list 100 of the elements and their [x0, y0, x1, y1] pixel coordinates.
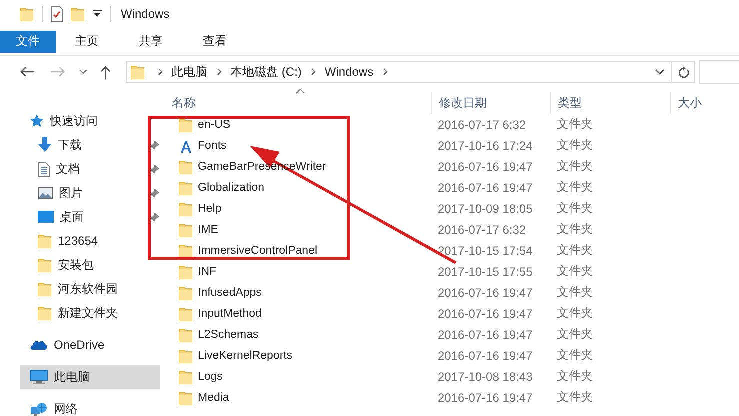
sidebar-item[interactable]: 快速访问: [0, 109, 165, 133]
address-bar[interactable]: 此电脑 本地磁盘 (C:) Windows: [126, 61, 696, 83]
pin-icon[interactable]: [150, 212, 159, 222]
breadcrumb[interactable]: 本地磁盘 (C:): [230, 64, 302, 80]
search-field[interactable]: [699, 60, 739, 84]
type-cell: 文件夹: [557, 284, 593, 301]
sidebar-label: 河东软件园: [58, 280, 118, 298]
date-cell: 2016-07-16 19:47: [438, 390, 533, 404]
ribbon-tab[interactable]: 共享: [126, 30, 176, 52]
type-cell: 文件夹: [557, 389, 593, 406]
file-name[interactable]: InputMethod: [198, 308, 262, 320]
sidebar-item[interactable]: 安装包: [0, 253, 165, 277]
back-icon[interactable]: [20, 66, 36, 78]
folder-icon: [179, 368, 193, 384]
sidebar-label: 桌面: [60, 208, 84, 226]
chevron-right-icon[interactable]: [216, 68, 222, 76]
document-icon: [38, 162, 50, 176]
date-cell: 2017-10-16 17:24: [438, 138, 533, 152]
chevron-right-icon[interactable]: [310, 68, 316, 76]
file-name[interactable]: ImmersiveControlPanel: [198, 244, 318, 256]
chevron-right-icon[interactable]: [158, 68, 163, 76]
folder-icon: [179, 242, 193, 258]
star-icon: [30, 114, 44, 128]
sidebar-item[interactable]: 网络: [0, 397, 165, 416]
sidebar-item[interactable]: 下载: [0, 133, 165, 157]
date-cell: 2016-07-16 19:47: [438, 328, 533, 342]
refresh-icon[interactable]: [678, 66, 690, 78]
folder-icon: [179, 200, 193, 216]
cloud-icon: [30, 339, 48, 351]
chevron-right-icon[interactable]: [382, 68, 388, 76]
sidebar-item[interactable]: 新建文件夹: [0, 301, 165, 325]
folder-icon: [179, 306, 193, 322]
breadcrumb[interactable]: Windows: [324, 65, 374, 79]
date-cell: 2016-07-16 19:47: [438, 180, 533, 194]
desktop-icon: [38, 211, 54, 223]
date-cell: 2016-07-16 19:47: [438, 306, 533, 320]
file-tab[interactable]: 文件: [0, 30, 56, 52]
column-label: 类型: [558, 94, 582, 112]
dropdown-icon[interactable]: [93, 10, 102, 18]
date-cell: 2016-07-16 19:47: [438, 348, 533, 362]
file-name[interactable]: Media: [198, 392, 230, 404]
pin-icon[interactable]: [150, 140, 159, 150]
file-name[interactable]: Fonts: [198, 140, 227, 152]
type-cell: 文件夹: [557, 221, 593, 238]
column-header[interactable]: 名称: [165, 92, 432, 114]
sidebar-item[interactable]: 桌面: [0, 205, 165, 229]
folder-icon: [179, 180, 193, 196]
type-cell: 文件夹: [557, 368, 593, 385]
type-cell: 文件夹: [557, 137, 593, 154]
sidebar-label: 网络: [54, 400, 78, 416]
file-name[interactable]: InfusedApps: [198, 286, 262, 298]
folder-icon: [38, 233, 52, 249]
chevron-down-icon[interactable]: [655, 69, 666, 75]
file-name[interactable]: LiveKernelReports: [198, 350, 293, 362]
date-cell: 2017-10-15 17:54: [438, 244, 533, 258]
file-name[interactable]: Logs: [198, 370, 223, 382]
sidebar-item[interactable]: 河东软件园: [0, 277, 165, 301]
sidebar-item[interactable]: 此电脑: [20, 365, 160, 389]
up-icon[interactable]: [100, 64, 112, 80]
folder-icon: [179, 348, 193, 364]
type-cell: 文件夹: [557, 347, 593, 364]
chevron-down-icon[interactable]: [79, 69, 88, 75]
sidebar-item[interactable]: 文档: [0, 157, 165, 181]
properties-icon[interactable]: [51, 6, 63, 22]
type-cell: 文件夹: [557, 263, 593, 280]
ribbon-tab[interactable]: 查看: [190, 30, 240, 52]
file-name[interactable]: en-US: [198, 118, 231, 130]
folder-icon: [179, 222, 193, 238]
ribbon-tab[interactable]: 主页: [62, 30, 112, 52]
column-label: 修改日期: [439, 94, 487, 112]
date-cell: 2016-07-16 19:47: [438, 286, 533, 300]
breadcrumb[interactable]: 此电脑: [172, 64, 208, 80]
date-cell: 2017-10-08 18:43: [438, 370, 533, 384]
file-name[interactable]: IME: [198, 224, 218, 236]
folder-icon: [179, 326, 193, 342]
folder-icon: [38, 281, 52, 297]
folder-icon: [179, 264, 193, 280]
column-header[interactable]: 大小: [671, 92, 731, 114]
file-name[interactable]: Globalization: [198, 182, 264, 194]
column-header[interactable]: 修改日期: [432, 92, 551, 114]
sidebar-label: OneDrive: [54, 338, 105, 352]
file-name[interactable]: Help: [198, 202, 222, 214]
folder-icon: [179, 158, 193, 174]
folder-icon: [38, 305, 52, 321]
column-header[interactable]: 类型: [551, 92, 671, 114]
pin-icon[interactable]: [150, 164, 159, 174]
sidebar-item[interactable]: 123654: [0, 229, 165, 253]
sidebar-label: 此电脑: [54, 368, 90, 386]
picture-icon: [38, 187, 53, 199]
type-cell: 文件夹: [557, 116, 593, 133]
date-cell: 2017-10-09 18:05: [438, 202, 533, 216]
pin-icon[interactable]: [150, 188, 159, 198]
date-cell: 2016-07-17 6:32: [438, 118, 526, 132]
file-name[interactable]: INF: [198, 266, 217, 278]
network-icon: [30, 402, 48, 416]
sidebar-item[interactable]: OneDrive: [0, 333, 165, 357]
folder-icon: [179, 390, 193, 406]
file-name[interactable]: L2Schemas: [198, 328, 259, 340]
sidebar-item[interactable]: 图片: [0, 181, 165, 205]
type-cell: 文件夹: [557, 158, 593, 175]
